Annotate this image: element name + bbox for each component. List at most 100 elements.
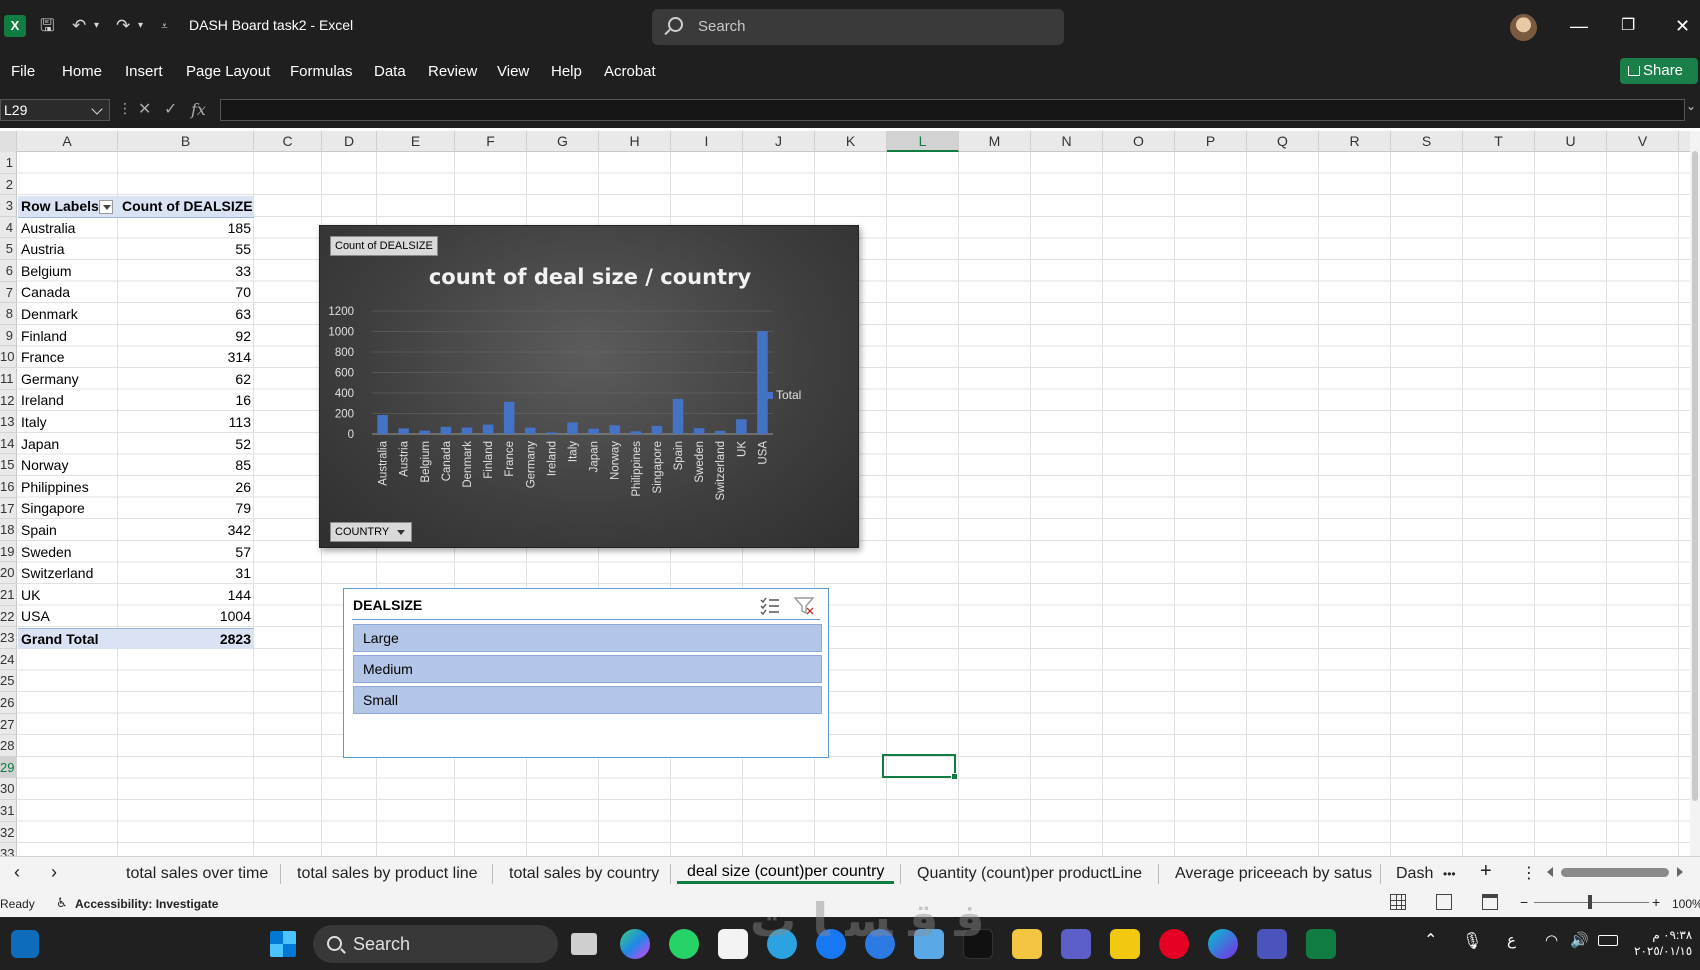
tab-options-icon[interactable]: ⋮ (1521, 863, 1537, 883)
row-header-3[interactable]: 3 (0, 195, 17, 217)
column-header-P[interactable]: P (1175, 131, 1247, 152)
menu-insert[interactable]: Insert (125, 63, 163, 80)
bar-canada[interactable] (440, 426, 452, 434)
row-header-21[interactable]: 21 (0, 584, 17, 606)
page-break-view-icon[interactable] (1482, 894, 1498, 910)
page-layout-view-icon[interactable] (1436, 894, 1452, 910)
column-header-F[interactable]: F (455, 131, 527, 152)
column-header-V[interactable]: V (1607, 131, 1679, 152)
store-icon[interactable] (718, 929, 748, 959)
row-header-11[interactable]: 11 (0, 368, 17, 390)
row-header-7[interactable]: 7 (0, 282, 17, 304)
bar-germany[interactable] (525, 427, 536, 434)
column-header-T[interactable]: T (1463, 131, 1535, 152)
row-header-29[interactable]: 29 (0, 756, 17, 779)
horizontal-scroll-thumb[interactable] (1561, 868, 1669, 877)
row-header-20[interactable]: 20 (0, 562, 17, 584)
pivot-row[interactable]: Singapore 79 (18, 498, 254, 520)
row-header-6[interactable]: 6 (0, 260, 17, 282)
menu-data[interactable]: Data (374, 63, 406, 80)
bar-uk[interactable] (736, 419, 747, 434)
teams-work-icon[interactable] (1257, 929, 1287, 959)
pivot-row[interactable]: Japan 52 (18, 434, 254, 456)
pivot-row[interactable]: USA 1004 (18, 606, 254, 628)
row-header-5[interactable]: 5 (0, 238, 17, 260)
row-header-31[interactable]: 31 (0, 800, 17, 822)
column-header-D[interactable]: D (322, 131, 377, 152)
row-header-13[interactable]: 13 (0, 411, 17, 433)
scroll-thumb[interactable] (1692, 151, 1698, 801)
new-sheet-button[interactable]: + (1480, 860, 1492, 883)
bar-norway[interactable] (609, 425, 620, 434)
column-header-U[interactable]: U (1535, 131, 1607, 152)
pivot-chart[interactable]: count of deal size / country 0 200 400 600 80… (319, 225, 859, 548)
column-header-B[interactable]: B (118, 131, 254, 152)
formula-input[interactable] (220, 99, 1685, 121)
menu-home[interactable]: Home (62, 63, 102, 80)
pivot-row[interactable]: Australia 185 (18, 218, 254, 240)
windows-start-icon[interactable] (270, 931, 296, 957)
pivot-row[interactable]: Belgium 33 (18, 261, 254, 283)
close-button[interactable]: ✕ (1675, 14, 1690, 38)
column-header-S[interactable]: S (1391, 131, 1463, 152)
zoom-slider-thumb[interactable] (1588, 895, 1592, 909)
customize-toolbar-icon[interactable]: ⩡ (161, 15, 168, 37)
expand-formula-icon[interactable]: ⌄ (1686, 99, 1696, 113)
mic-muted-icon[interactable]: 🎙 (1462, 931, 1482, 951)
battery-icon[interactable] (1598, 935, 1618, 946)
bar-singapore[interactable] (651, 425, 663, 434)
volume-icon[interactable]: 🔊 (1570, 931, 1589, 949)
pivot-row[interactable]: UK 144 (18, 585, 254, 607)
enter-icon[interactable]: ✓ (164, 99, 177, 121)
column-header-M[interactable]: M (959, 131, 1031, 152)
tab-total-sales-over-time[interactable]: total sales over time (126, 865, 268, 883)
undo-icon[interactable]: ↶ (72, 15, 86, 37)
accessibility-status[interactable]: Accessibility: Investigate (75, 897, 218, 911)
more-sheets-button[interactable]: ••• (1443, 867, 1456, 881)
row-header-12[interactable]: 12 (0, 390, 17, 412)
normal-view-icon[interactable] (1390, 894, 1406, 910)
file-explorer-icon[interactable] (1012, 929, 1042, 959)
prev-sheet-button[interactable]: ‹ (14, 862, 20, 883)
clear-filter-icon[interactable] (793, 595, 815, 615)
column-header-N[interactable]: N (1031, 131, 1103, 152)
bar-australia[interactable] (377, 415, 388, 434)
tab-deal-size-per-country[interactable]: deal size (count)per country (677, 863, 895, 884)
column-header-H[interactable]: H (599, 131, 671, 152)
show-hidden-icons[interactable]: ⌃ (1424, 930, 1437, 950)
column-header-A[interactable]: A (17, 131, 118, 152)
excel-taskbar-icon[interactable] (1306, 929, 1336, 959)
row-labels-filter-button[interactable] (99, 200, 113, 214)
row-header-27[interactable]: 27 (0, 714, 17, 736)
pivot-row[interactable]: Ireland 16 (18, 390, 254, 412)
menu-review[interactable]: Review (428, 63, 477, 80)
row-header-24[interactable]: 24 (0, 649, 17, 671)
menu-acrobat[interactable]: Acrobat (604, 63, 656, 80)
share-button[interactable]: Share (1620, 58, 1698, 84)
pivot-row[interactable]: Switzerland 31 (18, 563, 254, 585)
row-header-19[interactable]: 19 (0, 541, 17, 563)
whatsapp-icon[interactable] (669, 929, 699, 959)
redo-icon[interactable]: ↷ (116, 15, 130, 37)
pivot-row[interactable]: Norway 85 (18, 455, 254, 477)
restore-button[interactable]: ❐ (1621, 14, 1635, 38)
tab-average-priceeach-by-status[interactable]: Average priceeach by satus (1175, 865, 1372, 883)
bar-belgium[interactable] (419, 430, 431, 434)
scroll-left-icon[interactable] (1547, 867, 1553, 877)
search-box[interactable]: Search (652, 9, 1064, 45)
bar-usa[interactable] (757, 331, 768, 434)
widgets-icon[interactable] (11, 930, 39, 958)
minimize-button[interactable]: — (1570, 14, 1588, 38)
zoom-out-button[interactable]: − (1520, 894, 1528, 910)
pivot-row[interactable]: Philippines 26 (18, 477, 254, 499)
row-header-15[interactable]: 15 (0, 454, 17, 476)
zoom-level[interactable]: 100% (1672, 897, 1700, 911)
task-view-icon[interactable] (571, 933, 597, 955)
row-header-18[interactable]: 18 (0, 519, 17, 541)
menu-page-layout[interactable]: Page Layout (186, 63, 270, 80)
redo-dropdown-icon[interactable]: ▾ (138, 15, 143, 37)
bar-france[interactable] (503, 401, 515, 434)
row-header-4[interactable]: 4 (0, 217, 17, 239)
tab-total-sales-by-country[interactable]: total sales by country (509, 865, 659, 883)
row-header-26[interactable]: 26 (0, 692, 17, 714)
